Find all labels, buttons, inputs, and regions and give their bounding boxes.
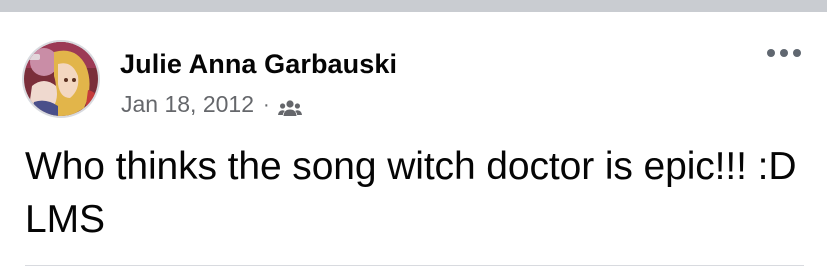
post-date[interactable]: Jan 18, 2012 bbox=[121, 91, 254, 118]
divider bbox=[25, 265, 804, 266]
friends-icon[interactable] bbox=[277, 96, 302, 116]
post-meta: Jan 18, 2012 · bbox=[121, 91, 302, 118]
more-options-icon[interactable] bbox=[767, 46, 801, 60]
avatar[interactable] bbox=[22, 40, 100, 118]
more-dot bbox=[767, 49, 775, 57]
post-card: Julie Anna Garbauski Jan 18, 2012 · Who … bbox=[0, 12, 827, 275]
author-name[interactable]: Julie Anna Garbauski bbox=[120, 49, 397, 80]
avatar-image bbox=[24, 42, 98, 116]
more-dot bbox=[780, 49, 788, 57]
post-text: Who thinks the song witch doctor is epic… bbox=[25, 145, 797, 241]
meta-separator: · bbox=[263, 93, 270, 116]
top-separator-band bbox=[0, 0, 827, 12]
more-dot bbox=[793, 49, 801, 57]
